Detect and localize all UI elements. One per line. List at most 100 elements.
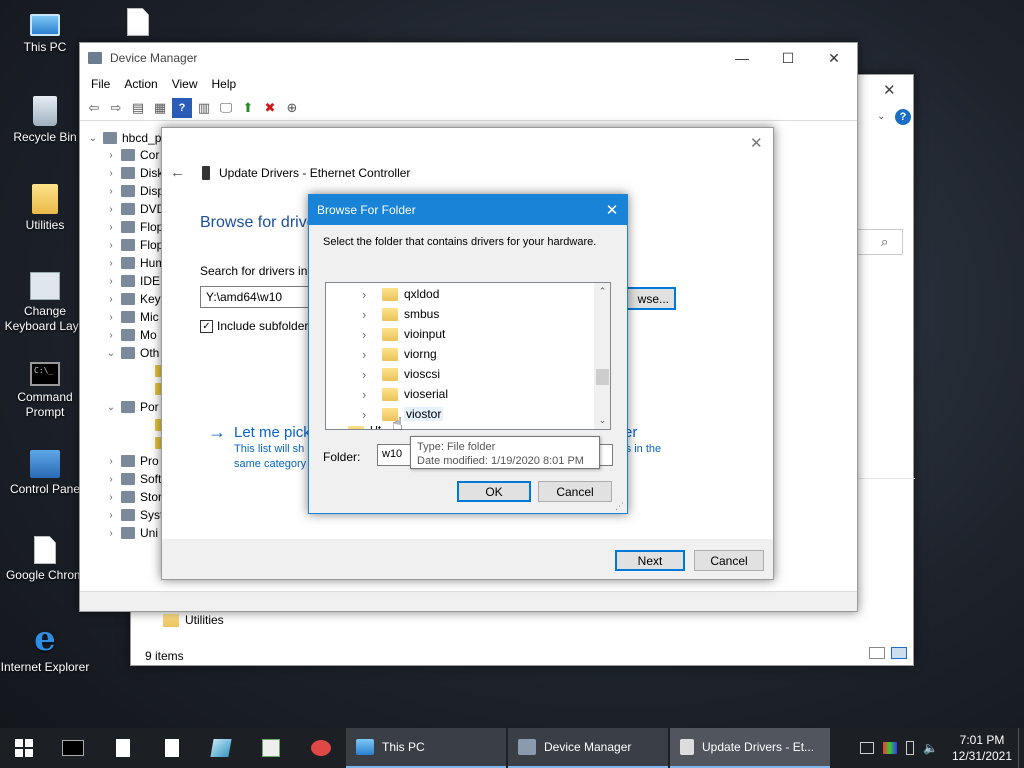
tree-item[interactable]: › Flop	[104, 218, 163, 236]
resize-grip-icon[interactable]: ⋰	[615, 501, 624, 512]
chevron-right-icon[interactable]: ›	[104, 222, 118, 233]
tree-item[interactable]: › IDE	[104, 272, 160, 290]
scroll-down-icon[interactable]: ⌄	[594, 412, 610, 429]
chevron-right-icon[interactable]: ›	[362, 307, 374, 322]
chevron-right-icon[interactable]: ›	[362, 347, 374, 362]
desktop-icon-this-pc[interactable]: This PC	[0, 8, 90, 54]
help-icon[interactable]: ?	[172, 97, 192, 118]
chevron-right-icon[interactable]: ›	[104, 168, 118, 179]
taskbar-app-device-manager[interactable]: Device Manager	[508, 728, 668, 768]
tree-item[interactable]: › Cor	[104, 146, 159, 164]
chevron-right-icon[interactable]: ›	[104, 294, 118, 305]
menu-action[interactable]: Action	[117, 77, 164, 91]
maximize-button[interactable]: ☐	[765, 43, 811, 73]
device-manager-titlebar[interactable]: Device Manager — ☐ ✕	[80, 43, 857, 73]
cancel-button[interactable]: Cancel	[538, 481, 612, 502]
desktop-icon-keyboard-layout[interactable]: Change Keyboard Layo	[0, 272, 90, 334]
network-icon[interactable]	[860, 742, 875, 754]
uninstall-icon[interactable]: ✖	[260, 98, 280, 118]
back-arrow-icon[interactable]: ←	[170, 164, 185, 181]
show-desktop-button[interactable]	[1018, 728, 1024, 768]
properties-icon[interactable]: ▤	[128, 98, 148, 118]
explorer-search-box[interactable]	[855, 229, 903, 255]
tree-item[interactable]: ⌄ Por	[104, 398, 159, 416]
chevron-right-icon[interactable]: ›	[104, 276, 118, 287]
forward-arrow-icon[interactable]: ⇨	[106, 98, 126, 118]
clock[interactable]: 7:01 PM 12/31/2021	[946, 728, 1018, 768]
taskbar-pin-monitor[interactable]	[246, 728, 296, 768]
folder-tree-item[interactable]: › smbus	[362, 305, 439, 323]
taskbar-pin-tool[interactable]	[296, 728, 346, 768]
tree-item[interactable]: › Hum	[104, 254, 165, 272]
taskbar-pin-file[interactable]	[98, 728, 148, 768]
desktop-icon-google-chrome[interactable]: Google Chrom	[0, 536, 90, 582]
scroll-up-icon[interactable]: ⌃	[594, 283, 610, 300]
pick-driver-link[interactable]: → Let me pick	[208, 422, 311, 443]
desktop-icon-command-prompt[interactable]: C:\_ Command Prompt	[0, 362, 90, 420]
update-driver-icon[interactable]: ⬆	[238, 98, 258, 118]
tree-root[interactable]: ⌄ hbcd_p	[86, 129, 162, 147]
tree-item[interactable]: › Disp	[104, 182, 164, 200]
chevron-right-icon[interactable]: ›	[362, 367, 374, 382]
color-icon[interactable]	[883, 742, 898, 754]
chevron-right-icon[interactable]: ›	[104, 330, 118, 341]
chevron-right-icon[interactable]: ›	[104, 312, 118, 323]
folder-tree-item[interactable]: › qxldod	[362, 285, 439, 303]
tree-item[interactable]: › Mo	[104, 326, 156, 344]
scrollbar-thumb[interactable]	[596, 369, 609, 385]
chevron-right-icon[interactable]: ›	[104, 240, 118, 251]
taskbar-pin-app[interactable]	[196, 728, 246, 768]
chevron-right-icon[interactable]: ›	[104, 186, 118, 197]
tree-item[interactable]: › Pro	[104, 452, 158, 470]
chevron-right-icon[interactable]: ›	[362, 287, 374, 302]
folder-tree-item[interactable]: › viorng	[362, 345, 437, 363]
taskbar-app-this-pc[interactable]: This PC	[346, 728, 506, 768]
next-button[interactable]: Next	[615, 550, 685, 571]
chevron-right-icon[interactable]: ›	[362, 327, 374, 342]
scrollbar[interactable]: ⌃ ⌄	[594, 283, 610, 429]
menu-help[interactable]: Help	[205, 77, 244, 91]
help-icon[interactable]: ?	[895, 109, 911, 125]
desktop-icon-recycle-bin[interactable]: Recycle Bin	[0, 96, 90, 144]
chevron-right-icon[interactable]: ›	[104, 150, 118, 161]
taskbar-app-update-drivers[interactable]: Update Drivers - Et...	[670, 728, 830, 768]
folder-tree-item[interactable]: › vioinput	[362, 325, 445, 343]
close-button[interactable]: ✕	[811, 43, 857, 73]
details-view-icon[interactable]	[869, 647, 885, 659]
explorer-close-icon[interactable]: ✕	[883, 81, 896, 99]
chevron-right-icon[interactable]: ›	[362, 387, 374, 402]
ok-button[interactable]: OK	[457, 481, 531, 502]
large-icons-view-icon[interactable]	[891, 647, 907, 659]
chevron-down-icon[interactable]: ⌄	[104, 402, 118, 413]
chevron-right-icon[interactable]: ›	[104, 474, 118, 485]
tree-item[interactable]: › Uni	[104, 524, 158, 542]
tree-item[interactable]: › DVD	[104, 200, 165, 218]
volume-muted-icon[interactable]: 🔈	[923, 741, 938, 755]
chevron-right-icon[interactable]: ›	[362, 407, 374, 422]
collapse-ribbon-icon[interactable]: ⌄	[877, 111, 885, 122]
tree-item[interactable]: › Stor	[104, 488, 162, 506]
cancel-button[interactable]: Cancel	[694, 550, 764, 571]
chevron-right-icon[interactable]: ›	[104, 456, 118, 467]
tree-item[interactable]: › Disk	[104, 164, 163, 182]
chevron-right-icon[interactable]: ›	[104, 204, 118, 215]
browse-dialog-titlebar[interactable]: Browse For Folder ✕	[309, 195, 627, 225]
usb-icon[interactable]	[906, 741, 915, 755]
tree-row-partial[interactable]: Ut	[342, 423, 381, 429]
back-arrow-icon[interactable]: ⇦	[84, 98, 104, 118]
include-subfolders-checkbox[interactable]: ✓ Include subfolder	[200, 319, 308, 333]
tree-item[interactable]: › Soft	[104, 470, 161, 488]
tree-item[interactable]: › Flop	[104, 236, 163, 254]
disable-device-icon[interactable]: ⊕	[282, 98, 302, 118]
desktop-icon-utilities[interactable]: Utilities	[0, 184, 90, 232]
chevron-right-icon[interactable]: ›	[104, 258, 118, 269]
chevron-right-icon[interactable]: ›	[104, 492, 118, 503]
list-item[interactable]: Utilities	[163, 613, 224, 627]
taskbar-pin-command-prompt[interactable]	[48, 728, 98, 768]
taskbar-pin-file-2[interactable]	[148, 728, 196, 768]
tree-item[interactable]: › Mic	[104, 308, 158, 326]
driver-path-input[interactable]: Y:\amd64\w10	[200, 286, 310, 308]
desktop-icon-file[interactable]	[93, 8, 183, 40]
desktop-icon-control-panel[interactable]: Control Pane	[0, 450, 90, 496]
tree-item[interactable]: › Key	[104, 290, 160, 308]
